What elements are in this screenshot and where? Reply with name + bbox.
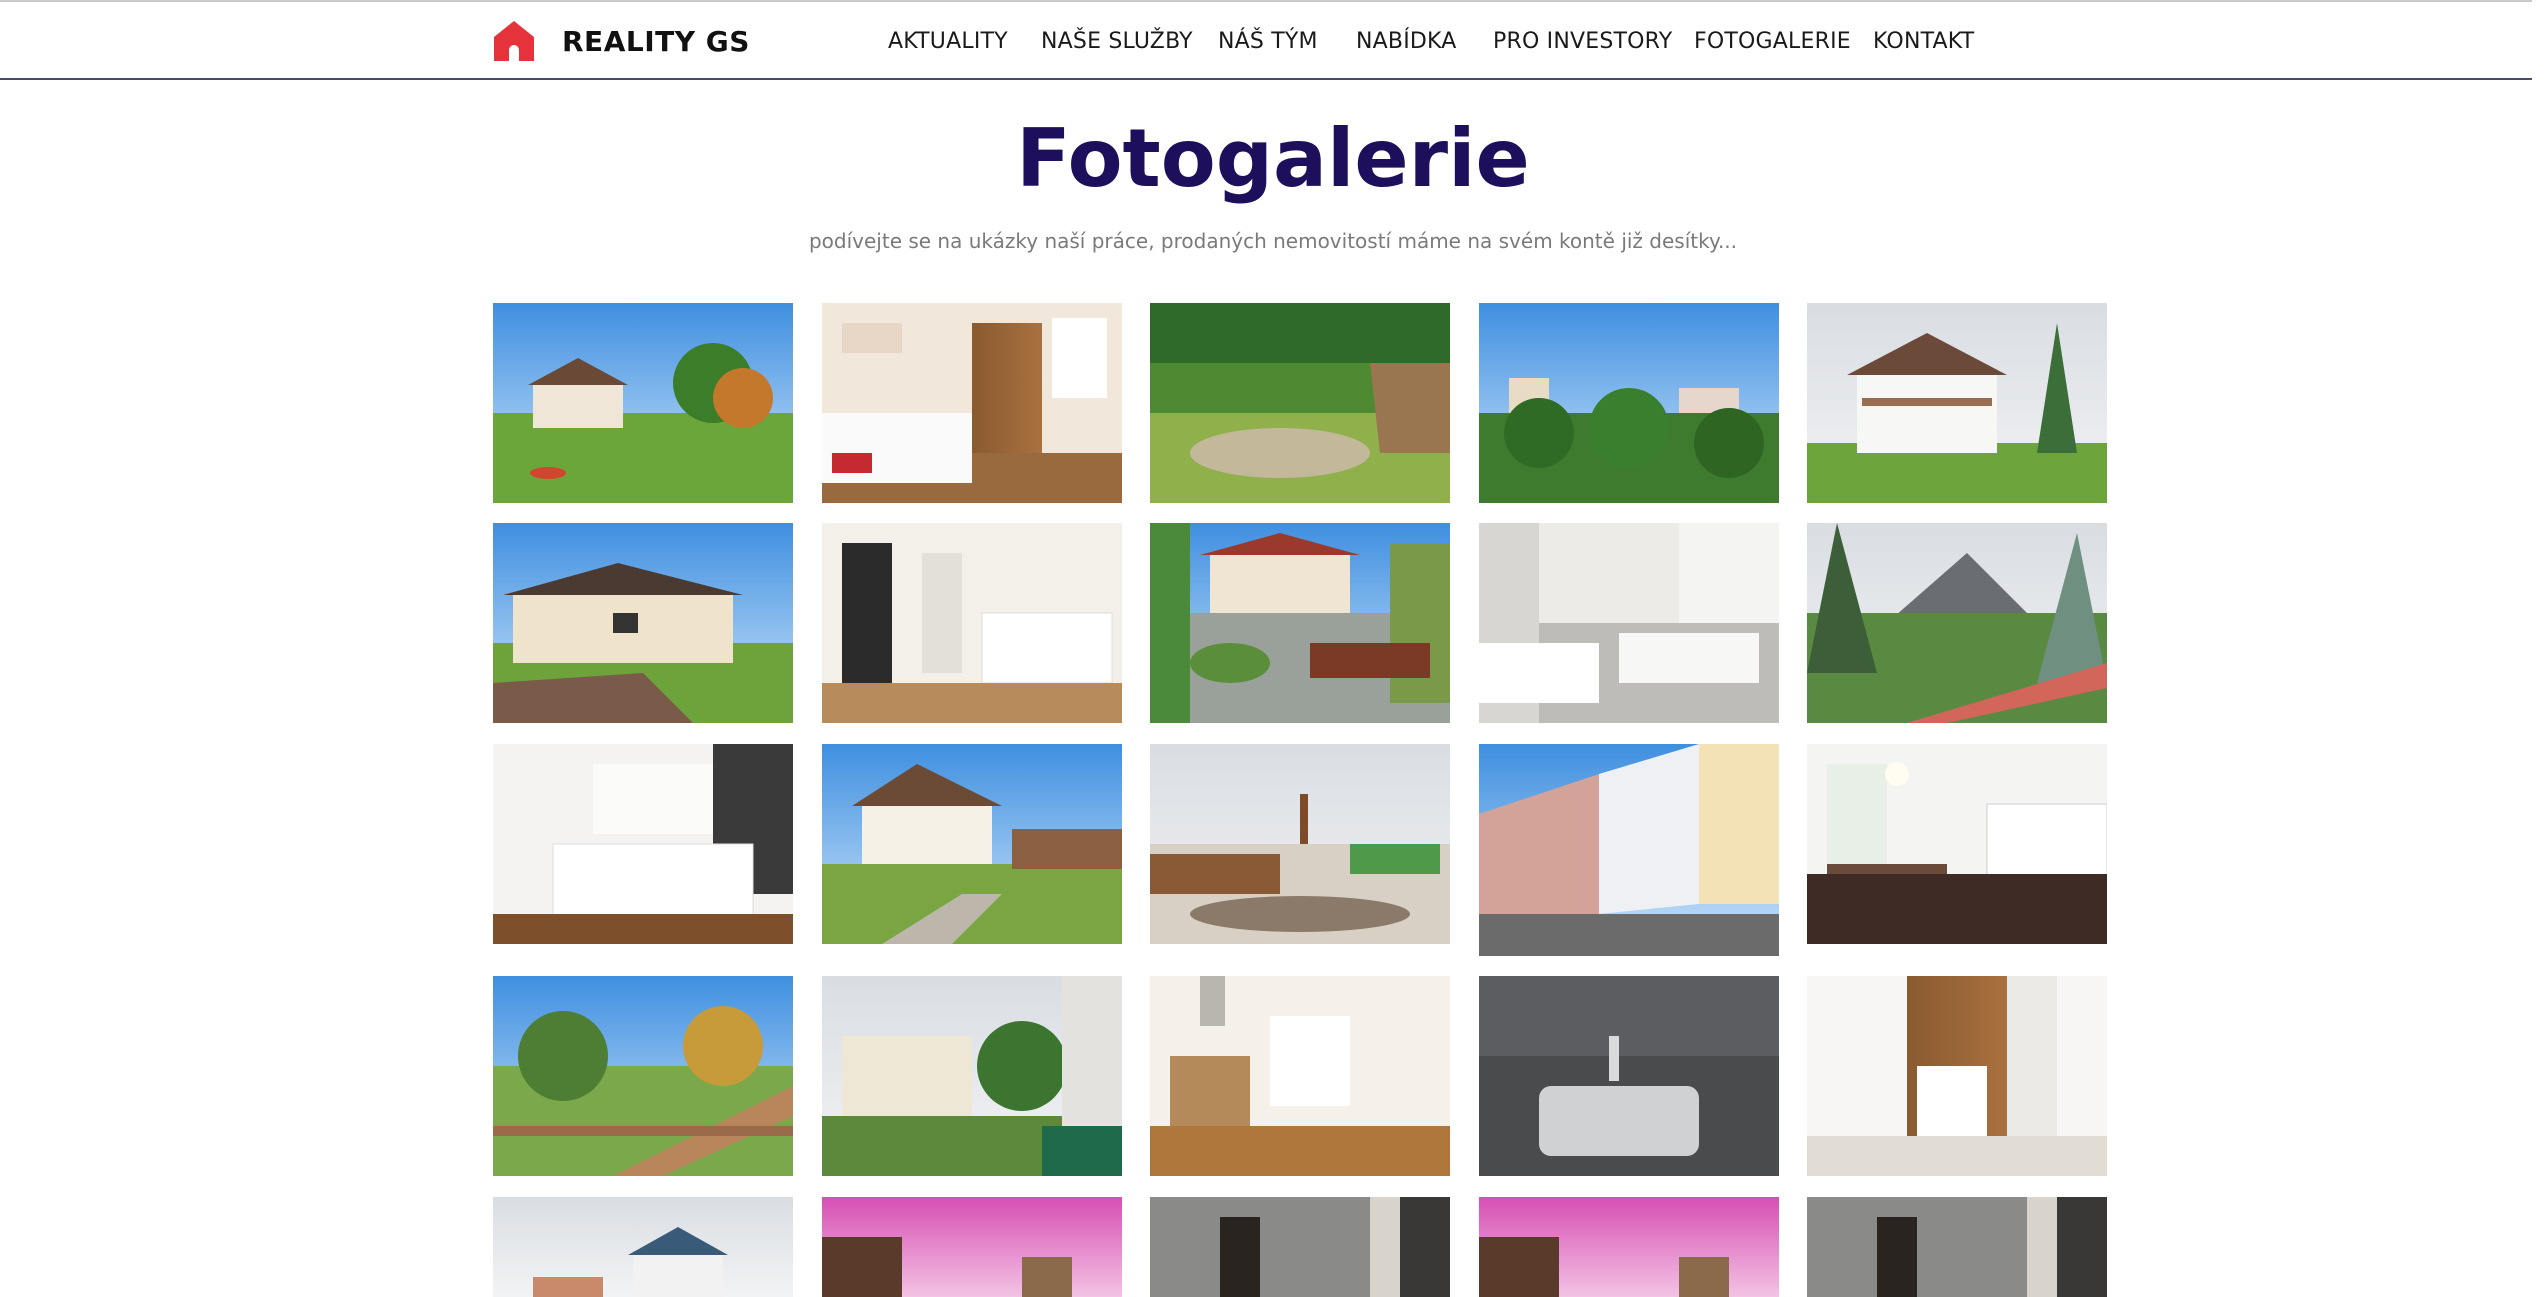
gallery-photo[interactable] bbox=[1807, 523, 2107, 723]
apartment-block-photo bbox=[822, 976, 1122, 1176]
gallery-photo[interactable] bbox=[1150, 744, 1450, 944]
balcony-view-photo bbox=[1807, 523, 2107, 723]
balcony-garden-photo bbox=[493, 976, 793, 1176]
bungalow-photo bbox=[493, 523, 793, 723]
gallery-photo[interactable] bbox=[1807, 744, 2107, 944]
bathroom-photo bbox=[1479, 523, 1779, 723]
garden-house-photo bbox=[493, 303, 793, 503]
gallery-photo[interactable] bbox=[493, 523, 793, 723]
gallery-photo[interactable] bbox=[1479, 523, 1779, 723]
house-blue-sky-photo bbox=[493, 1197, 793, 1297]
logo[interactable]: REALITY GS bbox=[493, 20, 750, 62]
nav-item-nabidka[interactable]: NABÍDKA bbox=[1356, 29, 1457, 54]
page-subtitle: podívejte se na ukázky naší práce, proda… bbox=[808, 229, 1738, 253]
nav-item-fotogalerie[interactable]: FOTOGALERIE bbox=[1694, 29, 1851, 54]
pink-ceiling-room-photo bbox=[822, 1197, 1122, 1297]
nav-item-nase-sluzby[interactable]: NAŠE SLUŽBY bbox=[1041, 29, 1193, 54]
site-header: REALITY GS AKTUALITY NAŠE SLUŽBY NÁŠ TÝM… bbox=[0, 0, 2546, 80]
villa-photo bbox=[1807, 303, 2107, 503]
nav-item-aktuality[interactable]: AKTUALITY bbox=[888, 29, 1008, 54]
gallery-photo[interactable] bbox=[1479, 303, 1779, 503]
gallery-photo[interactable] bbox=[1807, 1197, 2107, 1297]
white-kitchen-photo bbox=[493, 744, 793, 944]
city-trees-photo bbox=[1479, 303, 1779, 503]
dark-hallway-photo bbox=[1807, 1197, 2107, 1297]
gallery-photo[interactable] bbox=[1150, 976, 1450, 1176]
bedroom-photo bbox=[822, 303, 1122, 503]
gallery-photo[interactable] bbox=[1807, 303, 2107, 503]
kitchen-sink-photo bbox=[1479, 976, 1779, 1176]
bathroom-cabinet-photo bbox=[1807, 976, 2107, 1176]
kitchen-dining-photo bbox=[1807, 744, 2107, 944]
gallery-photo[interactable] bbox=[822, 744, 1122, 944]
house-logo-icon bbox=[494, 21, 534, 61]
gallery-photo[interactable] bbox=[1150, 523, 1450, 723]
gallery-photo[interactable] bbox=[822, 976, 1122, 1176]
gallery-photo[interactable] bbox=[493, 976, 793, 1176]
nav-item-nas-tym[interactable]: NÁŠ TÝM bbox=[1218, 29, 1318, 54]
page-title: Fotogalerie bbox=[1016, 112, 1530, 205]
gallery-photo[interactable] bbox=[822, 303, 1122, 503]
kitchen-living-photo bbox=[1150, 976, 1450, 1176]
gallery-photo[interactable] bbox=[1150, 1197, 1450, 1297]
garden-bench-photo bbox=[1150, 523, 1450, 723]
gallery-photo[interactable] bbox=[1807, 976, 2107, 1176]
nav-item-kontakt[interactable]: KONTAKT bbox=[1873, 29, 1974, 54]
gallery-photo[interactable] bbox=[493, 303, 793, 503]
street-buildings-photo bbox=[1479, 744, 1779, 956]
gallery-photo[interactable] bbox=[1479, 744, 1779, 956]
gallery-photo[interactable] bbox=[1479, 976, 1779, 1176]
house-backyard-photo bbox=[822, 744, 1122, 944]
backyard-garden-photo bbox=[1150, 744, 1450, 944]
hallway-kitchen-photo bbox=[822, 523, 1122, 723]
garden-terrace-photo bbox=[1150, 303, 1450, 503]
gallery-photo[interactable] bbox=[1479, 1197, 1779, 1297]
brand-name: REALITY GS bbox=[562, 24, 750, 58]
gallery-photo[interactable] bbox=[493, 744, 793, 944]
gallery-photo[interactable] bbox=[1150, 303, 1450, 503]
gallery-photo[interactable] bbox=[822, 523, 1122, 723]
gallery-photo[interactable] bbox=[493, 1197, 793, 1297]
pink-ceiling-room-photo bbox=[1479, 1197, 1779, 1297]
dark-hallway-photo bbox=[1150, 1197, 1450, 1297]
nav-item-pro-investory[interactable]: PRO INVESTORY bbox=[1493, 29, 1672, 54]
gallery-photo[interactable] bbox=[822, 1197, 1122, 1297]
